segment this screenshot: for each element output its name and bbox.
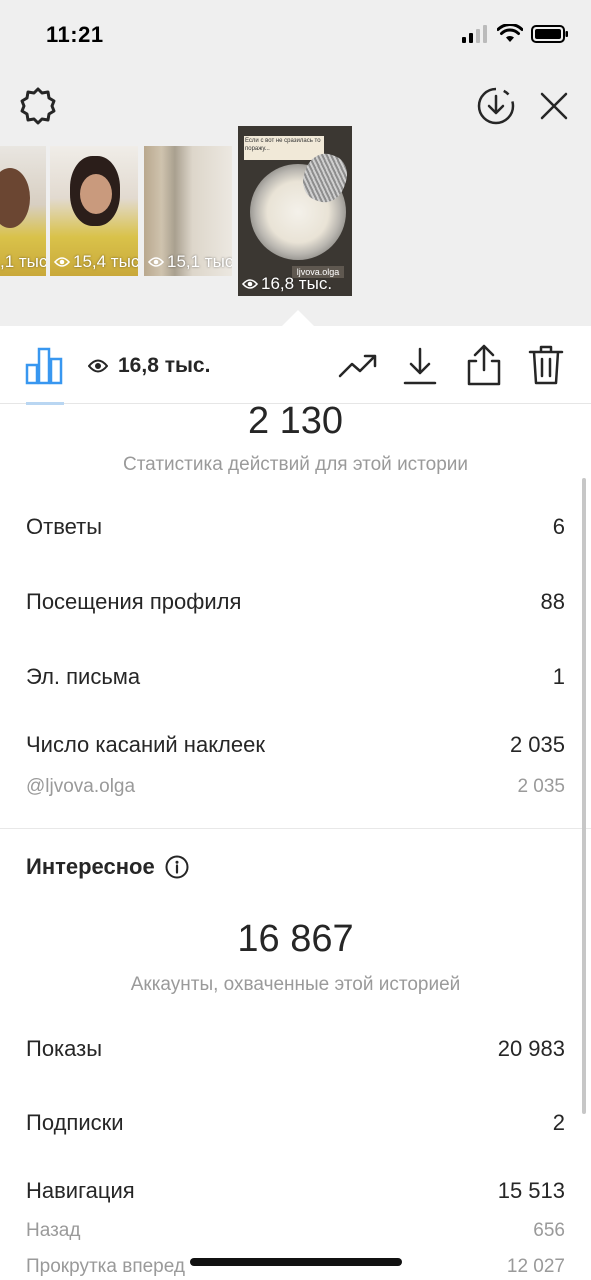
stat-label: Эл. письма — [26, 664, 141, 689]
stat-label: Показы — [26, 1036, 103, 1061]
stat-value: 20 983 — [497, 1036, 565, 1061]
reach-caption: Аккаунты, охваченные этой историей — [130, 974, 461, 995]
story-insights: 2 130 Статистика действий для этой истор… — [0, 400, 591, 1280]
stat-value: 656 — [533, 1220, 565, 1241]
eye-icon — [88, 359, 108, 373]
story-toolbar — [0, 84, 591, 132]
stat-label: @ljvova.olga — [26, 776, 136, 797]
download-circle-icon — [477, 87, 515, 125]
discovery-section-title: Интересное — [26, 854, 189, 880]
thumbnail-views: 15,1 тыс — [148, 252, 232, 272]
eye-icon — [54, 257, 70, 267]
stat-label: Прокрутка вперед — [26, 1256, 185, 1277]
delete-button[interactable] — [526, 342, 566, 388]
thumbnail-views: 15,4 тыс — [54, 252, 138, 272]
stat-row-profile-visits: Посещения профиля 88 — [26, 589, 565, 615]
info-icon[interactable] — [165, 855, 189, 879]
stat-subrow-mention: @ljvova.olga 2 035 — [26, 776, 565, 798]
cellular-signal-icon — [462, 25, 487, 43]
stat-row-sticker-taps: Число касаний наклеек 2 035 — [26, 732, 565, 758]
thumbnail-views-count: ,1 тыс — [0, 252, 46, 271]
download-icon — [403, 347, 437, 385]
stat-label: Подписки — [26, 1110, 124, 1135]
stat-label: Навигация — [26, 1178, 135, 1203]
stat-value: 2 035 — [517, 776, 565, 797]
eye-icon — [148, 257, 164, 267]
stat-value: 2 — [552, 1110, 565, 1135]
trending-up-icon — [338, 354, 377, 378]
thumbnail-views-count: 15,4 тыс — [73, 252, 138, 271]
stat-value: 12 027 — [506, 1256, 565, 1277]
bar-chart-icon — [25, 347, 63, 385]
thumbnail-views-count: 16,8 тыс. — [261, 274, 333, 293]
promote-button[interactable] — [336, 346, 380, 386]
story-action-bar: 16,8 тыс. — [0, 326, 591, 404]
stat-row-follows: Подписки 2 — [26, 1110, 565, 1136]
section-title-text: Интересное — [26, 854, 155, 879]
share-icon — [467, 344, 501, 386]
story-caption-text: Если с вот не сразилась то поражу... — [244, 136, 324, 160]
save-story-button[interactable] — [474, 84, 518, 128]
selected-story-pointer — [282, 310, 314, 326]
thumbnail-views: 16,8 тыс. — [242, 274, 332, 294]
scrollbar[interactable] — [582, 478, 586, 1114]
stat-label: Число касаний наклеек — [26, 732, 265, 757]
section-divider — [0, 828, 591, 829]
settings-gear-icon — [20, 87, 56, 125]
stat-row-replies: Ответы 6 — [26, 514, 565, 540]
viewers-count[interactable]: 16,8 тыс. — [88, 354, 210, 378]
stat-subrow-back: Назад 656 — [26, 1220, 565, 1242]
trash-icon — [528, 345, 564, 385]
stat-value: 1 — [552, 664, 565, 689]
home-indicator[interactable] — [190, 1258, 402, 1266]
battery-icon — [531, 25, 568, 43]
stat-row-emails: Эл. письма 1 — [26, 664, 565, 690]
story-thumbnail[interactable]: 15,4 тыс — [50, 146, 138, 276]
share-button[interactable] — [462, 342, 506, 388]
stat-label: Назад — [26, 1220, 81, 1241]
stat-value: 15 513 — [497, 1178, 565, 1203]
close-icon — [540, 92, 568, 120]
stat-row-navigation: Навигация 15 513 — [26, 1178, 565, 1204]
reach-total: 16 867 — [237, 918, 354, 960]
interactions-caption: Статистика действий для этой истории — [122, 454, 469, 475]
wifi-icon — [497, 24, 523, 42]
stat-label: Посещения профиля — [26, 589, 242, 614]
thumbnail-views: ,1 тыс — [0, 252, 46, 272]
stat-value: 6 — [552, 514, 565, 539]
interactions-total: 2 130 — [247, 400, 344, 442]
close-button[interactable] — [532, 84, 576, 128]
status-bar: 11:21 — [0, 0, 591, 70]
status-time: 11:21 — [46, 22, 104, 47]
viewers-count-label: 16,8 тыс. — [118, 354, 211, 377]
settings-button[interactable] — [16, 84, 60, 128]
thumbnail-views-count: 15,1 тыс — [167, 252, 232, 271]
story-thumbnail[interactable]: ,1 тыс — [0, 146, 46, 276]
story-thumbnail-strip[interactable]: ,1 тыс 15,4 тыс 15,1 тыс Если с вот не с… — [0, 126, 591, 301]
insights-tab[interactable] — [24, 344, 64, 386]
eye-icon — [242, 279, 258, 289]
stat-value: 2 035 — [509, 732, 565, 757]
story-thumbnail[interactable]: 15,1 тыс — [144, 146, 232, 276]
stat-row-impressions: Показы 20 983 — [26, 1036, 565, 1062]
stat-label: Ответы — [26, 514, 103, 539]
download-button[interactable] — [400, 344, 440, 388]
status-icons — [461, 24, 569, 44]
stat-value: 88 — [540, 589, 565, 614]
story-thumbnail-selected[interactable]: Если с вот не сразилась то поражу... ljv… — [238, 126, 352, 296]
